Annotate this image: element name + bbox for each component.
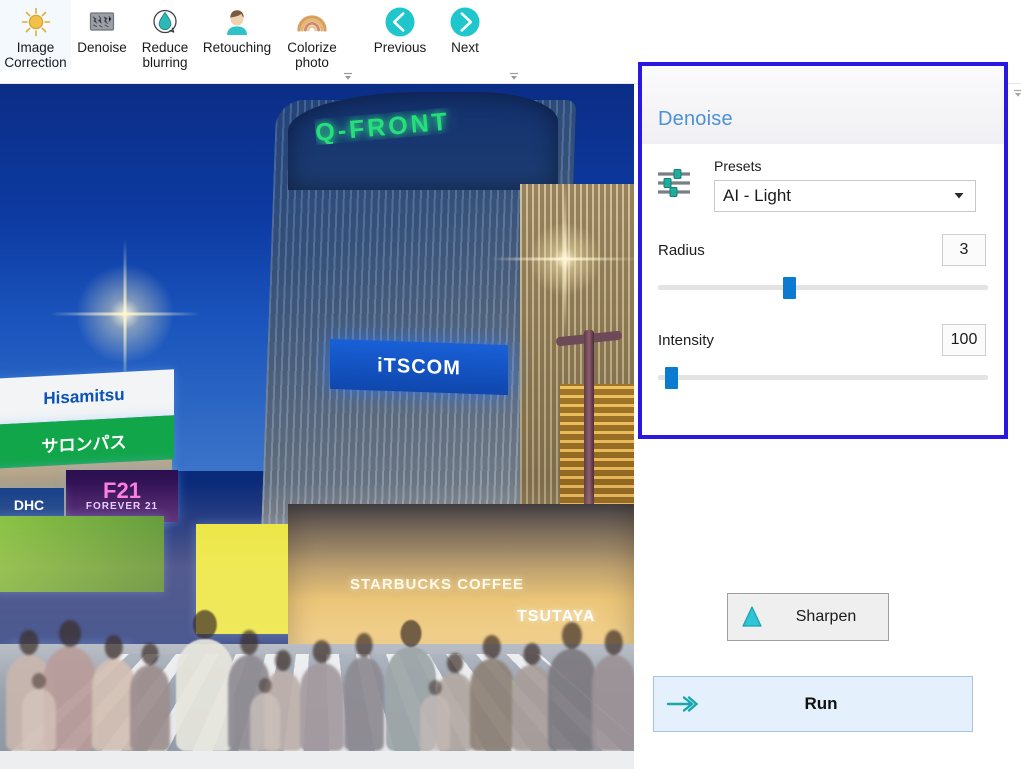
photo-person [22,689,56,751]
param-label-radius: Radius [658,242,705,259]
arrow-right-icon [654,677,710,731]
photo-person [250,693,280,751]
ribbon-label-image-correction: Image Correction [4,41,66,70]
triangle-up-icon [728,594,776,640]
sharpen-button[interactable]: Sharpen [727,593,889,641]
photo-person [592,655,634,751]
param-value-intensity[interactable]: 100 [942,324,986,356]
run-button[interactable]: Run [653,676,973,732]
run-button-label: Run [710,694,972,714]
group-expand-chevron-icon[interactable] [342,70,354,82]
photo-person [548,649,596,751]
photo-person [176,639,234,751]
app-window: Image Correction [0,0,1021,769]
chevron-left-circle-icon [382,4,418,40]
ribbon-label-next: Next [451,41,479,56]
water-drop-icon [147,4,183,40]
noise-grid-icon [84,4,120,40]
ribbon-button-retouching[interactable]: Retouching [197,0,277,56]
ribbon-group-navigation: Previous Next [362,0,522,84]
equalizer-sliders-icon [656,168,692,198]
photo-preview: Q-FRONT iTSCOM Hisamitsu サロンパス F21 FOREV… [0,84,634,751]
image-canvas[interactable]: Q-FRONT iTSCOM Hisamitsu サロンパス F21 FOREV… [0,84,634,751]
rainbow-icon [294,4,330,40]
chevron-right-circle-icon [447,4,483,40]
canvas-bottom-strip [0,751,634,769]
param-radius: Radius 3 [642,234,1004,310]
person-icon [219,4,255,40]
ribbon-button-colorize-photo[interactable]: Colorize photo [277,0,347,70]
photo-person [420,695,450,751]
slider-intensity[interactable] [658,368,988,386]
photo-person [512,665,552,751]
presets-select[interactable]: AI - Light [714,180,976,212]
sharpen-button-label: Sharpen [776,608,888,626]
photo-person [130,665,170,751]
slider-track-radius [658,285,988,290]
presets-row: Presets AI - Light [642,142,1004,218]
presets-label: Presets [714,158,761,174]
denoise-panel: Denoise Presets [638,62,1008,439]
chevron-down-icon[interactable] [1012,86,1021,98]
photo-person [344,657,384,751]
slider-thumb-intensity[interactable] [665,367,678,389]
param-value-radius[interactable]: 3 [942,234,986,266]
denoise-panel-title: Denoise [658,108,733,131]
param-label-intensity: Intensity [658,332,714,349]
ribbon-button-denoise[interactable]: Denoise [71,0,133,56]
ribbon-label-retouching: Retouching [203,41,271,56]
ribbon-label-colorize-photo: Colorize photo [287,41,337,70]
ribbon-button-previous[interactable]: Previous [362,0,438,56]
photo-sign-itscom: iTSCOM [330,339,508,395]
photo-person [470,659,514,751]
ribbon-group-editing-tools: Image Correction [0,0,358,84]
photo-crowd [0,629,634,751]
ribbon-label-reduce-blurring: Reduce blurring [142,41,189,70]
ribbon-label-previous: Previous [374,41,427,56]
slider-radius[interactable] [658,278,988,296]
slider-thumb-radius[interactable] [783,277,796,299]
ribbon-button-next[interactable]: Next [438,0,492,56]
group-expand-chevron-icon-navigation[interactable] [508,70,520,82]
presets-selected-value: AI - Light [723,186,791,206]
sun-icon [18,4,54,40]
right-sidebar: Denoise Presets [634,84,1021,769]
chevron-down-icon[interactable] [953,186,965,206]
ribbon-label-denoise: Denoise [77,41,127,56]
ribbon-button-reduce-blurring[interactable]: Reduce blurring [133,0,197,70]
photo-person [300,663,344,751]
param-intensity: Intensity 100 [642,324,1004,400]
denoise-panel-header [642,66,1004,144]
slider-track-intensity [658,375,988,380]
ribbon-button-image-correction[interactable]: Image Correction [0,0,71,70]
